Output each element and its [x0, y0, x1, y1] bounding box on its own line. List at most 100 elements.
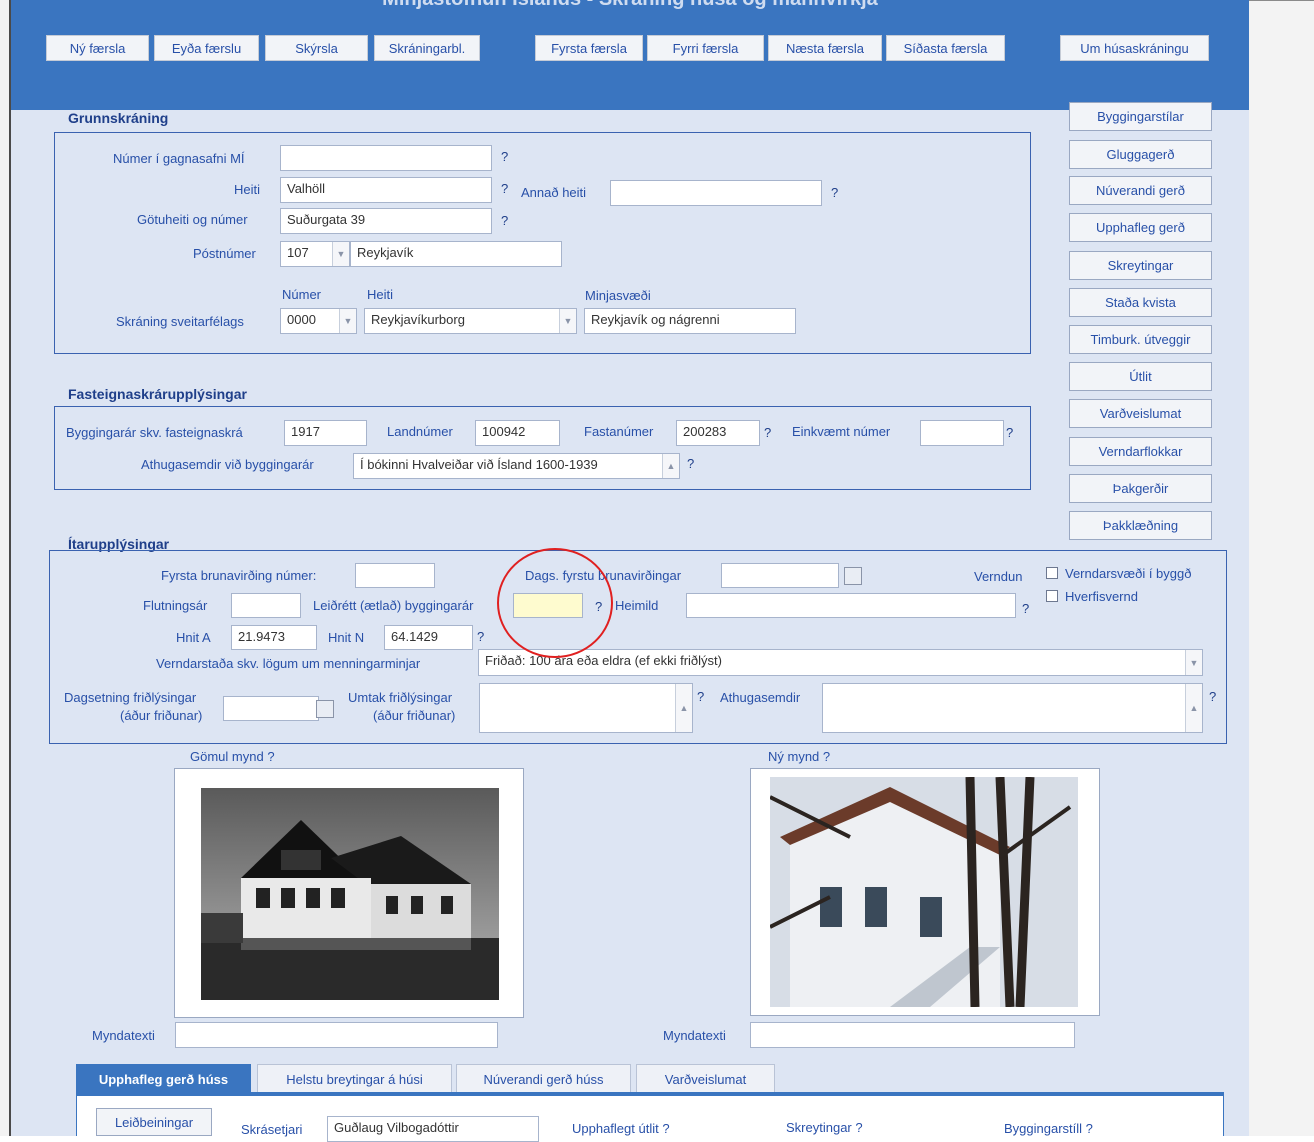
land-number-input[interactable]: 100942 [475, 420, 560, 446]
year-comments-label: Athugasemdir við byggingarár [141, 457, 314, 472]
registration-sheet-button[interactable]: Skráningarbl. [374, 35, 480, 61]
new-record-button[interactable]: Ný færsla [46, 35, 149, 61]
year-comments-textarea[interactable]: Í bókinni Hvalveiðar við Ísland 1600-193… [353, 453, 680, 479]
scroll-arrows-icon[interactable]: ▲ [662, 454, 679, 478]
side-button-timber-walls[interactable]: Timburk. útveggir [1069, 325, 1212, 354]
name-label: Heiti [234, 182, 261, 197]
protection-status-label: Verndarstaða skv. lögum um menningarminj… [156, 656, 421, 671]
scroll-arrows-icon[interactable]: ▲ [675, 684, 692, 732]
move-year-input[interactable] [231, 593, 301, 618]
help-icon[interactable]: ? [831, 185, 838, 200]
calendar-icon[interactable] [316, 700, 334, 718]
coord-n-input[interactable]: 64.1429 [384, 625, 473, 650]
side-button-preservation[interactable]: Varðveislumat [1069, 399, 1212, 428]
unique-number-input[interactable] [920, 420, 1004, 446]
coord-a-input[interactable]: 21.9473 [231, 625, 317, 650]
first-record-button[interactable]: Fyrsta færsla [535, 35, 643, 61]
help-icon[interactable]: ? [501, 149, 508, 164]
chevron-down-icon[interactable]: ▼ [332, 242, 349, 266]
side-button-original-type[interactable]: Upphafleg gerð [1069, 213, 1212, 242]
page-title: Minjastofnun Íslands - Skráning húsa og … [11, 0, 1249, 11]
decorations-text: Skreytingar [786, 1120, 852, 1135]
listing-date-label-1: Dagsetning friðlýsingar [64, 690, 197, 705]
property-number-input[interactable]: 200283 [676, 420, 760, 446]
comments-textarea[interactable]: ▲ [822, 683, 1203, 733]
protection-status-value: Friðað: 100 ára eða eldra (ef ekki friðl… [485, 653, 722, 668]
new-photo-label-text: Ný mynd [768, 749, 820, 764]
help-icon[interactable]: ? [1209, 689, 1216, 704]
comments-label: Athugasemdir [720, 690, 801, 705]
side-button-windows[interactable]: Gluggagerð [1069, 140, 1212, 169]
help-icon[interactable]: ? [687, 456, 694, 471]
help-icon[interactable]: ? [855, 1120, 862, 1135]
previous-record-button[interactable]: Fyrri færsla [647, 35, 764, 61]
property-number-label: Fastanúmer [584, 424, 654, 439]
other-name-label: Annað heiti [521, 185, 587, 200]
building-style-text: Byggingarstíll [1004, 1121, 1083, 1136]
fire-rating-input[interactable] [355, 563, 435, 588]
protection-status-select[interactable]: Friðað: 100 ára eða eldra (ef ekki friðl… [478, 649, 1203, 676]
municipality-name-value: Reykjavíkurborg [371, 312, 465, 327]
tab-main-changes[interactable]: Helstu breytingar á húsi [257, 1064, 452, 1094]
side-button-roof-cladding[interactable]: Þakklæðning [1069, 511, 1212, 540]
last-record-button[interactable]: Síðasta færsla [886, 35, 1005, 61]
build-year-label: Byggingarár skv. fasteignaskrá [66, 425, 243, 440]
help-icon[interactable]: ? [477, 629, 484, 644]
about-button[interactable]: Um húsaskráningu [1060, 35, 1209, 61]
side-button-dormers[interactable]: Staða kvista [1069, 288, 1212, 317]
delete-record-button[interactable]: Eyða færslu [154, 35, 259, 61]
calendar-icon[interactable] [844, 567, 862, 585]
municipality-name-select[interactable]: Reykjavíkurborg ▼ [364, 308, 577, 334]
checkbox-district-protection[interactable] [1046, 590, 1058, 602]
listing-scope-textarea[interactable]: ▲ [479, 683, 693, 733]
side-button-roof-types[interactable]: Þakgerðir [1069, 474, 1212, 503]
name-input[interactable]: Valhöll [280, 177, 492, 203]
other-name-input[interactable] [610, 180, 822, 206]
tab-preservation[interactable]: Varðveislumat [636, 1064, 775, 1094]
chevron-down-icon[interactable]: ▼ [339, 309, 356, 333]
chevron-down-icon[interactable]: ▼ [1185, 650, 1202, 675]
next-record-button[interactable]: Næsta færsla [768, 35, 882, 61]
registrar-input[interactable]: Guðlaug Vilbogadóttir [327, 1116, 539, 1142]
number-input[interactable] [280, 145, 492, 171]
side-button-styles[interactable]: Byggingarstílar [1069, 102, 1212, 131]
caption-label-old: Myndatexti [92, 1028, 155, 1043]
caption-input-old[interactable] [175, 1022, 498, 1048]
source-input[interactable] [686, 593, 1016, 618]
tab-current-type[interactable]: Núverandi gerð húss [456, 1064, 631, 1094]
old-house-photo [201, 788, 499, 1000]
listing-date-input[interactable] [223, 696, 319, 721]
side-button-current-type[interactable]: Núverandi gerð [1069, 176, 1212, 205]
old-photo-label-text: Gömul mynd [190, 749, 264, 764]
district-protection-label: Hverfisvernd [1065, 589, 1138, 604]
caption-input-new[interactable] [750, 1022, 1075, 1048]
new-photo-label: Ný mynd ? [768, 749, 830, 764]
checkbox-protected-area[interactable] [1046, 567, 1058, 579]
help-icon[interactable]: ? [764, 425, 771, 440]
section-title-property: Fasteignaskrárupplýsingar [68, 386, 247, 402]
help-icon[interactable]: ? [501, 181, 508, 196]
help-icon[interactable]: ? [1006, 425, 1013, 440]
build-year-input[interactable]: 1917 [284, 420, 367, 446]
scroll-arrows-icon[interactable]: ▲ [1185, 684, 1202, 732]
municipality-number-select[interactable]: 0000 ▼ [280, 308, 357, 334]
report-button[interactable]: Skýrsla [265, 35, 368, 61]
instructions-button[interactable]: Leiðbeiningar [96, 1108, 212, 1136]
fire-rating-date-input[interactable] [721, 563, 839, 588]
fire-rating-label: Fyrsta brunavirðing númer: [161, 568, 317, 583]
protection-label: Verndun [974, 569, 1023, 584]
side-button-appearance[interactable]: Útlit [1069, 362, 1212, 391]
help-icon[interactable]: ? [697, 689, 704, 704]
help-icon[interactable]: ? [501, 213, 508, 228]
street-input[interactable]: Suðurgata 39 [280, 208, 492, 234]
help-icon[interactable]: ? [662, 1121, 669, 1136]
side-button-decorations[interactable]: Skreytingar [1069, 251, 1212, 280]
help-icon[interactable]: ? [267, 749, 274, 764]
help-icon[interactable]: ? [1086, 1121, 1093, 1136]
postcode-select[interactable]: 107 ▼ [280, 241, 350, 267]
chevron-down-icon[interactable]: ▼ [559, 309, 576, 333]
help-icon[interactable]: ? [1022, 601, 1029, 616]
tab-original-type[interactable]: Upphafleg gerð húss [76, 1064, 251, 1094]
side-button-protection-classes[interactable]: Verndarflokkar [1069, 437, 1212, 466]
help-icon[interactable]: ? [823, 749, 830, 764]
